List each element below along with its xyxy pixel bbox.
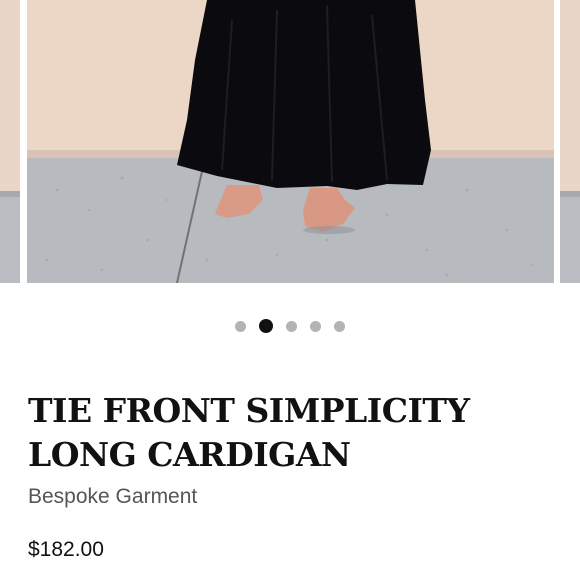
product-photo — [27, 0, 554, 283]
product-price: $182.00 — [28, 538, 104, 561]
next-image — [560, 0, 580, 283]
carousel-pagination — [0, 316, 580, 336]
product-image[interactable] — [27, 0, 554, 283]
product-page: TIE FRONT SIMPLICITY LONG CARDIGAN Bespo… — [0, 0, 580, 580]
product-title: TIE FRONT SIMPLICITY LONG CARDIGAN — [28, 391, 470, 474]
next-image-peek[interactable] — [560, 0, 580, 283]
brand-link[interactable]: Bespoke Garment — [28, 483, 197, 511]
previous-image — [0, 0, 20, 283]
image-carousel[interactable] — [0, 0, 580, 283]
carousel-dot[interactable] — [334, 320, 345, 332]
carousel-dot-active[interactable] — [259, 319, 273, 333]
carousel-dot[interactable] — [286, 320, 297, 332]
carousel-dot[interactable] — [310, 320, 321, 332]
carousel-dot[interactable] — [235, 320, 246, 332]
previous-image-peek[interactable] — [0, 0, 20, 283]
